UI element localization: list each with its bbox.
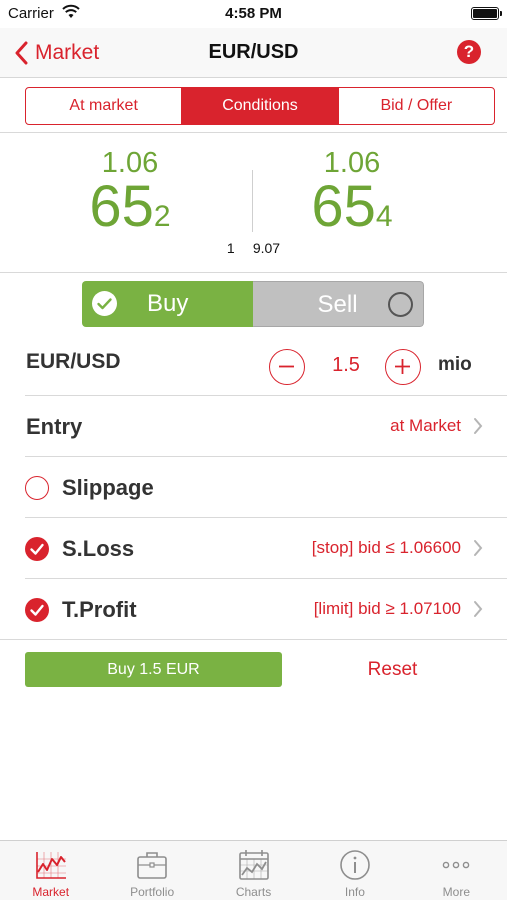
chevron-right-icon xyxy=(473,600,483,618)
tab-portfolio-label: Portfolio xyxy=(130,885,175,899)
bid-price-big-figure: 65 xyxy=(89,174,154,239)
quantity-row: EUR/USD 1.5 mio xyxy=(0,334,507,394)
tab-more-label: More xyxy=(442,885,470,899)
segment-at-market[interactable]: At market xyxy=(26,88,181,124)
info-icon xyxy=(340,850,370,880)
stop-loss-label: S.Loss xyxy=(62,536,135,561)
back-button[interactable]: Market xyxy=(14,38,99,68)
quantity-unit: mio xyxy=(438,354,472,375)
stop-loss-value: [stop] bid ≤ 1.06600 xyxy=(311,538,461,557)
take-profit-value: [limit] bid ≥ 1.07100 xyxy=(313,599,461,618)
tab-bar: Market Portfolio Charts Info More xyxy=(0,840,507,900)
increase-quantity-button[interactable] xyxy=(385,349,421,385)
tab-portfolio[interactable]: Portfolio xyxy=(101,841,202,900)
tab-info[interactable]: Info xyxy=(304,841,405,900)
navigation-bar: Market EUR/USD ? xyxy=(0,28,507,78)
battery-icon xyxy=(471,7,502,20)
help-icon[interactable]: ? xyxy=(457,40,481,64)
submit-buy-button[interactable]: Buy 1.5 EUR xyxy=(25,652,282,687)
spread-left-value: 1 xyxy=(226,240,235,256)
take-profit-label: T.Profit xyxy=(62,597,137,622)
order-type-segmented-control: At market Conditions Bid / Offer xyxy=(25,87,495,125)
chevron-right-icon xyxy=(473,539,483,557)
tab-market-label: Market xyxy=(32,885,70,899)
take-profit-checkbox[interactable] xyxy=(25,598,49,622)
bid-price[interactable]: 1.06 652 xyxy=(30,148,230,246)
empty-circle-icon xyxy=(388,292,413,317)
tab-more[interactable]: More xyxy=(406,841,507,900)
reset-button[interactable]: Reset xyxy=(300,659,485,681)
segment-conditions[interactable]: Conditions xyxy=(181,88,338,124)
minus-icon xyxy=(279,365,294,368)
ask-price-pip: 4 xyxy=(375,200,393,233)
check-circle-icon xyxy=(92,291,117,316)
tab-charts[interactable]: Charts xyxy=(203,841,304,900)
segment-bid-offer[interactable]: Bid / Offer xyxy=(337,88,494,124)
divider xyxy=(0,132,507,133)
quantity-value[interactable]: 1.5 xyxy=(316,354,376,377)
entry-label: Entry xyxy=(26,414,83,439)
ask-price[interactable]: 1.06 654 xyxy=(252,148,452,246)
sell-toggle-button[interactable]: Sell xyxy=(252,281,424,327)
slippage-label: Slippage xyxy=(62,475,154,500)
back-button-label: Market xyxy=(35,41,100,64)
slippage-checkbox[interactable] xyxy=(25,476,49,500)
market-chart-icon xyxy=(35,852,66,879)
bid-price-pip: 2 xyxy=(153,200,171,233)
entry-row[interactable]: Entry at Market xyxy=(0,396,507,456)
buy-sell-toggle: Buy Sell xyxy=(82,281,424,327)
decrease-quantity-button[interactable] xyxy=(269,349,305,385)
divider xyxy=(0,639,507,640)
briefcase-icon xyxy=(137,852,167,879)
ask-price-big-figure: 65 xyxy=(311,174,376,239)
status-bar: Carrier 4:58 PM xyxy=(0,0,507,28)
buy-toggle-label: Buy xyxy=(147,290,189,317)
checkmark-icon xyxy=(30,543,44,555)
calendar-chart-icon xyxy=(238,850,269,880)
plus-icon xyxy=(395,359,410,374)
entry-value: at Market xyxy=(390,416,461,435)
divider xyxy=(0,272,507,273)
tab-market[interactable]: Market xyxy=(0,841,101,900)
quantity-pair-label: EUR/USD xyxy=(26,350,121,373)
take-profit-row[interactable]: T.Profit [limit] bid ≥ 1.07100 xyxy=(0,579,507,639)
chevron-right-icon xyxy=(473,417,483,435)
checkmark-icon xyxy=(30,604,44,616)
slippage-row[interactable]: Slippage xyxy=(0,457,507,517)
clock: 4:58 PM xyxy=(225,5,282,22)
tab-charts-label: Charts xyxy=(235,885,272,899)
sell-toggle-label: Sell xyxy=(317,291,358,318)
stop-loss-checkbox[interactable] xyxy=(25,537,49,561)
spread-info: 1 9.07 xyxy=(0,240,507,256)
more-dots-icon xyxy=(443,861,470,869)
chevron-left-icon xyxy=(15,41,28,65)
buy-toggle-button[interactable]: Buy xyxy=(82,281,253,327)
tab-info-label: Info xyxy=(344,885,365,899)
spread-right-value: 9.07 xyxy=(252,240,281,256)
stop-loss-row[interactable]: S.Loss [stop] bid ≤ 1.06600 xyxy=(0,518,507,578)
